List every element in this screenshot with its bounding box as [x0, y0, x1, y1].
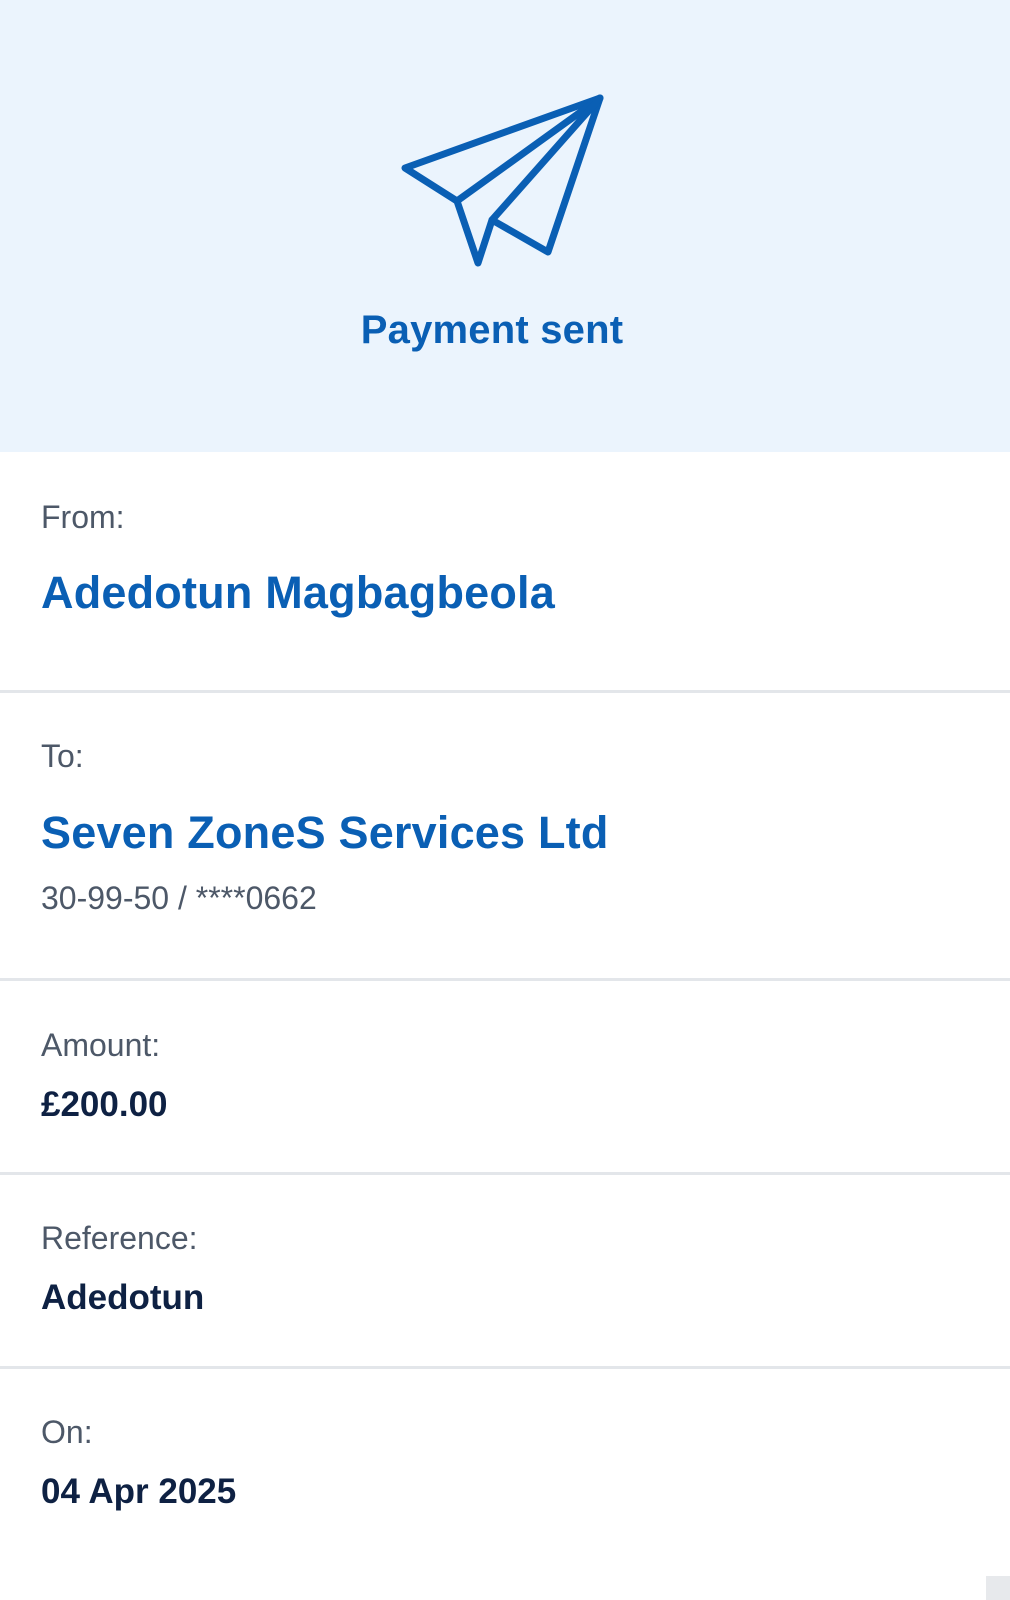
to-section: To: Seven ZoneS Services Ltd 30-99-50 / … — [0, 693, 1010, 980]
from-account-name: Adedotun Magbagbeola — [41, 567, 555, 618]
amount-value: £200.00 — [41, 1085, 168, 1124]
payee-name: Seven ZoneS Services Ltd — [41, 807, 609, 858]
reference-section: Reference: Adedotun — [0, 1175, 1010, 1367]
date-label: On: — [41, 1414, 93, 1450]
date-section: On: 04 Apr 2025 — [0, 1369, 1010, 1600]
paper-plane-icon — [401, 94, 604, 267]
to-label: To: — [41, 738, 84, 774]
reference-value: Adedotun — [41, 1278, 205, 1317]
payment-status-header: Payment sent — [0, 0, 1010, 452]
from-label: From: — [41, 499, 125, 535]
payment-status-title: Payment sent — [360, 308, 624, 352]
payment-date-value: 04 Apr 2025 — [41, 1472, 237, 1511]
amount-label: Amount: — [41, 1027, 161, 1063]
payee-sort-code-account: 30-99-50 / ****0662 — [41, 880, 317, 916]
bottom-corner-shade — [986, 1576, 1010, 1600]
from-section: From: Adedotun Magbagbeola — [0, 452, 1010, 692]
payment-confirmation-page: Payment sent From: Adedotun Magbagbeola … — [0, 0, 1010, 1600]
amount-section: Amount: £200.00 — [0, 981, 1010, 1173]
reference-label: Reference: — [41, 1220, 198, 1256]
